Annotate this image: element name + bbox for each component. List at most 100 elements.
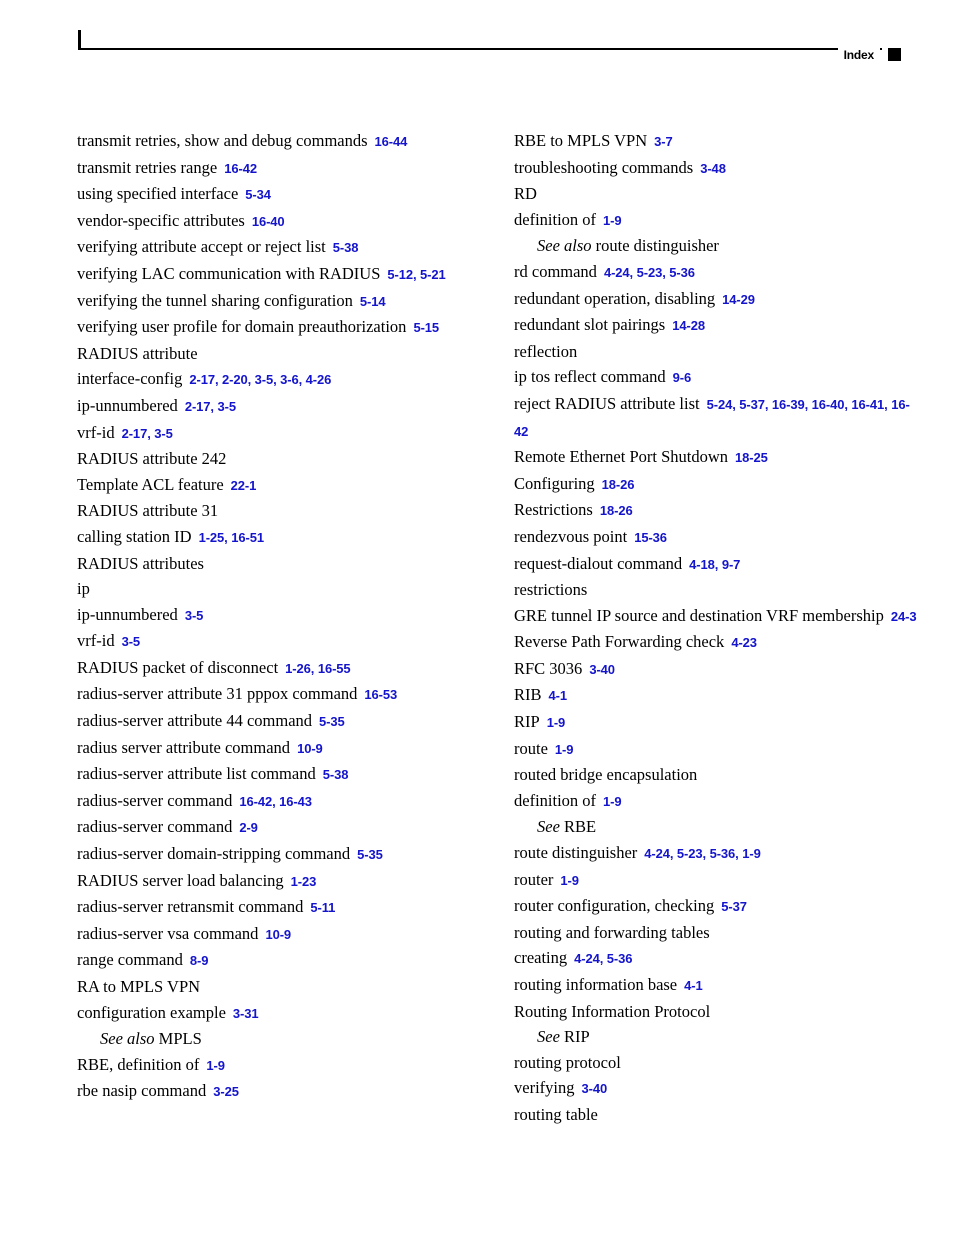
index-entry: route distinguisher 4-24, 5-23, 5-36, 1-9 [514, 840, 918, 867]
index-entry: using specified interface 5-34 [77, 181, 477, 208]
index-page-reference[interactable]: 16-42 [224, 161, 257, 176]
index-entry: vendor-specific attributes 16-40 [77, 208, 477, 235]
index-entry-term: RADIUS server load balancing [77, 870, 284, 890]
index-page-reference[interactable]: 1-9 [603, 794, 622, 809]
index-entry: routing and forwarding tables [514, 920, 918, 946]
index-page-reference[interactable]: 24-3 [891, 609, 917, 624]
index-page-reference[interactable]: 2-9 [239, 820, 258, 835]
index-entry-term: route [514, 738, 548, 758]
index-entry-term: RIB [514, 685, 542, 705]
index-page-reference[interactable]: 3-25 [213, 1084, 239, 1099]
index-entry: RADIUS attribute 31 [77, 498, 477, 524]
index-entry-term: RADIUS attributes [77, 553, 204, 573]
index-page-reference[interactable]: 1-9 [555, 742, 574, 757]
index-entry: Routing Information Protocol [514, 999, 918, 1025]
index-cross-reference-label: See also [537, 236, 592, 256]
index-entry: restrictions [514, 577, 918, 603]
index-entry-term: radius server attribute command [77, 737, 291, 757]
index-column-right: RBE to MPLS VPN 3-7 troubleshooting comman… [514, 128, 918, 1128]
index-page-reference[interactable]: 4-18, 9-7 [689, 557, 740, 572]
index-column-left: transmit retries, show and debug command… [77, 128, 477, 1105]
index-entry-term: radius-server attribute 31 pppox command [77, 684, 358, 704]
index-page-reference[interactable]: 3-31 [233, 1006, 259, 1021]
index-page-reference[interactable]: 4-1 [684, 978, 703, 993]
index-page-reference[interactable]: 4-24, 5-23, 5-36 [604, 265, 695, 280]
index-page-reference[interactable]: 2-17, 2-20, 3-5, 3-6, 4-26 [189, 372, 331, 387]
index-entry: radius-server domain-stripping command 5-… [77, 841, 477, 868]
index-page-reference[interactable]: 16-53 [364, 687, 397, 702]
index-page-reference[interactable]: 14-29 [722, 292, 755, 307]
index-page-reference[interactable]: 3-7 [654, 134, 673, 149]
index-entry: router configuration, checking 5-37 [514, 893, 918, 920]
index-page-reference[interactable]: 14-28 [672, 318, 705, 333]
index-entry-term: radius-server domain-stripping command [77, 844, 351, 864]
index-page-reference[interactable]: 3-48 [700, 161, 726, 176]
index-cross-reference-target: MPLS [158, 1029, 202, 1049]
index-page-reference[interactable]: 16-44 [375, 134, 408, 149]
index-page-reference[interactable]: 5-35 [319, 714, 345, 729]
index-page-reference[interactable]: 2-17, 3-5 [185, 399, 236, 414]
index-page-reference[interactable]: 9-6 [673, 370, 692, 385]
header-rule-tick [78, 30, 81, 50]
index-page-reference[interactable]: 3-40 [581, 1081, 607, 1096]
index-page-reference[interactable]: 1-23 [291, 874, 317, 889]
index-entry-term: calling station ID [77, 526, 192, 546]
index-entry-term: ip-unnumbered [77, 604, 178, 624]
index-page-reference[interactable]: 5-35 [357, 847, 383, 862]
index-page-reference[interactable]: 1-9 [206, 1058, 225, 1073]
index-entry: reject RADIUS attribute list 5-24, 5-37, … [514, 391, 918, 444]
index-page-reference[interactable]: 18-26 [600, 503, 633, 518]
index-page-reference[interactable]: 8-9 [190, 953, 209, 968]
index-page-reference[interactable]: 4-24, 5-23, 5-36, 1-9 [644, 846, 761, 861]
index-page-reference[interactable]: 1-9 [560, 873, 579, 888]
index-page-reference[interactable]: 4-24, 5-36 [574, 951, 632, 966]
index-page-reference[interactable]: 1-26, 16-55 [285, 661, 351, 676]
index-page-reference[interactable]: 3-5 [185, 608, 204, 623]
index-page-reference[interactable]: 4-1 [549, 688, 568, 703]
index-entry-term: GRE tunnel IP source and destination VRF… [514, 605, 884, 625]
index-page-reference[interactable]: 5-14 [360, 294, 386, 309]
index-entry: Restrictions 18-26 [514, 497, 918, 524]
index-page-reference[interactable]: 5-38 [323, 767, 349, 782]
index-entry-term: range command [77, 950, 183, 970]
index-page-reference[interactable]: 16-40 [252, 214, 285, 229]
index-entry-term: Routing Information Protocol [514, 1001, 711, 1021]
index-page-reference[interactable]: 5-37 [721, 899, 747, 914]
index-entry-term: RD [514, 184, 537, 204]
index-entry-term: radius-server attribute list command [77, 764, 316, 784]
index-page-reference[interactable]: 4-23 [731, 635, 757, 650]
index-entry-term: vendor-specific attributes [77, 210, 245, 230]
index-entry-term: Template ACL feature [77, 474, 224, 494]
index-page-reference[interactable]: 1-25, 16-51 [199, 530, 265, 545]
index-page-reference[interactable]: 5-15 [413, 320, 439, 335]
index-page-reference[interactable]: 18-25 [735, 450, 768, 465]
index-entry: transmit retries range 16-42 [77, 155, 477, 182]
index-entry: Reverse Path Forwarding check 4-23 [514, 629, 918, 656]
index-page-reference[interactable]: 3-40 [589, 662, 615, 677]
index-entry-term: restrictions [514, 580, 588, 600]
index-page-reference[interactable]: 16-42, 16-43 [239, 794, 312, 809]
index-entry-term: Remote Ethernet Port Shutdown [514, 447, 729, 467]
index-page-reference[interactable]: 5-34 [245, 187, 271, 202]
index-page-reference[interactable]: 15-36 [634, 530, 667, 545]
index-entry-term: reject RADIUS attribute list [514, 393, 700, 413]
index-page-reference[interactable]: 2-17, 3-5 [122, 426, 173, 441]
index-page-reference[interactable]: 3-5 [122, 634, 141, 649]
index-entry: RD [514, 181, 918, 207]
index-entry: verifying 3-40 [514, 1075, 918, 1102]
index-page-reference[interactable]: 5-38 [333, 240, 359, 255]
header-rule [78, 48, 882, 50]
index-page-reference[interactable]: 1-9 [547, 715, 566, 730]
index-page-reference[interactable]: 1-9 [603, 213, 622, 228]
index-page-reference[interactable]: 10-9 [265, 927, 291, 942]
index-entry: rendezvous point 15-36 [514, 524, 918, 551]
index-entry-term: RADIUS attribute 31 [77, 501, 219, 521]
index-page-reference[interactable]: 18-26 [602, 477, 635, 492]
index-page-reference[interactable]: 22-1 [231, 478, 257, 493]
index-entry-term: vrf-id [77, 631, 115, 651]
index-entry-term: RADIUS attribute 242 [77, 449, 227, 469]
index-page-reference[interactable]: 10-9 [297, 741, 323, 756]
index-page-reference[interactable]: 5-11 [310, 900, 335, 915]
index-page-reference[interactable]: 5-12, 5-21 [387, 267, 445, 282]
index-entry: radius-server command 16-42, 16-43 [77, 788, 477, 815]
